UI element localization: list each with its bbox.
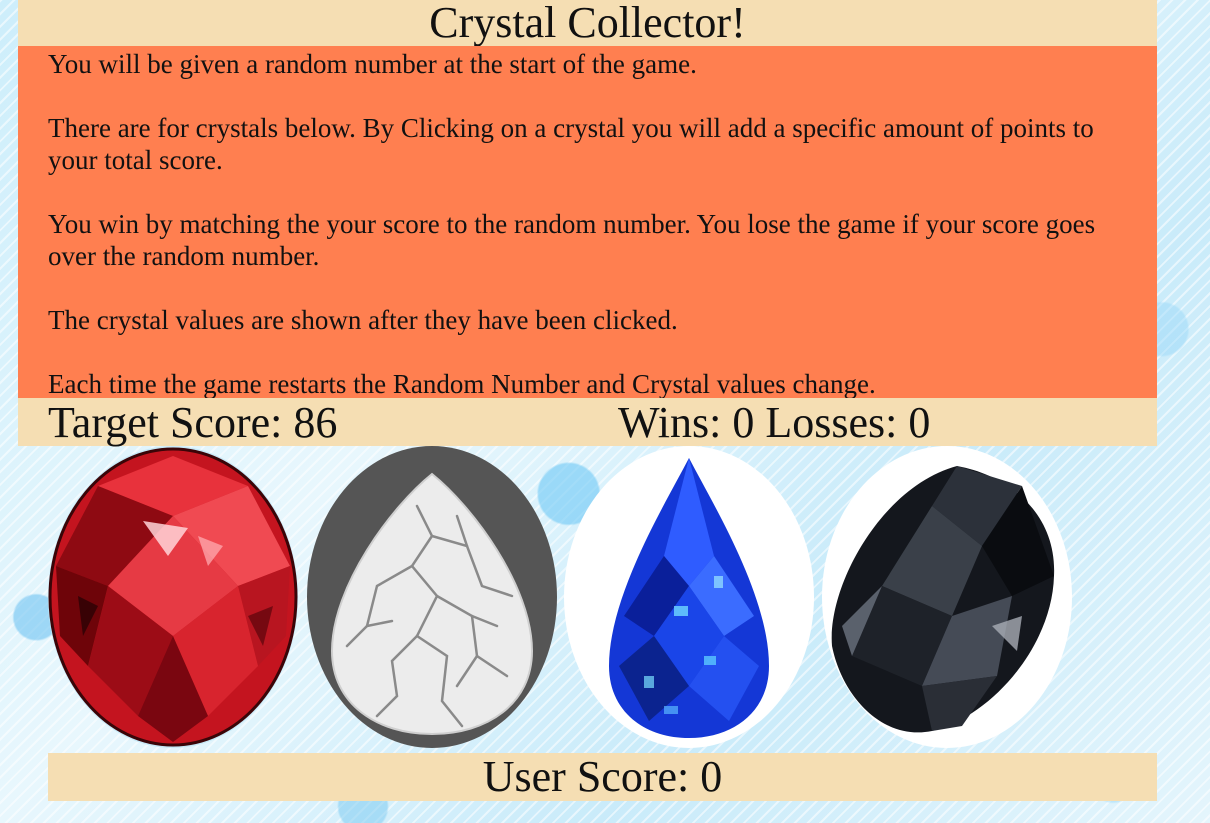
red-ruby-image [48,446,298,748]
target-score: Target Score: 86 [48,398,338,447]
crystal-row [48,446,1078,748]
wins-losses: Wins: 0 Losses: 0 [618,398,931,447]
score-bar: Target Score: 86 Wins: 0 Losses: 0 [18,398,1157,447]
white-crystal-button[interactable] [307,446,557,748]
title-bar: Crystal Collector! [18,0,1157,46]
instruction-text: There are for crystals below. By Clickin… [48,113,1094,175]
instruction-text: You will be given a random number at the… [48,49,697,79]
instructions-panel: You will be given a random number at the… [18,46,1157,398]
instruction-text: You win by matching the your score to th… [48,209,1096,271]
blue-sapphire-image [564,446,814,748]
user-score: User Score: 0 [482,752,723,801]
instruction-text: The crystal values are shown after they … [48,305,678,335]
black-onyx-image [822,446,1072,748]
page-title: Crystal Collector! [429,0,746,47]
black-crystal-button[interactable] [822,446,1072,748]
white-howlite-image [307,446,557,748]
instruction-text: Each time the game restarts the Random N… [48,369,876,398]
user-score-bar: User Score: 0 [48,753,1157,801]
red-crystal-button[interactable] [48,446,298,748]
blue-crystal-button[interactable] [564,446,814,748]
